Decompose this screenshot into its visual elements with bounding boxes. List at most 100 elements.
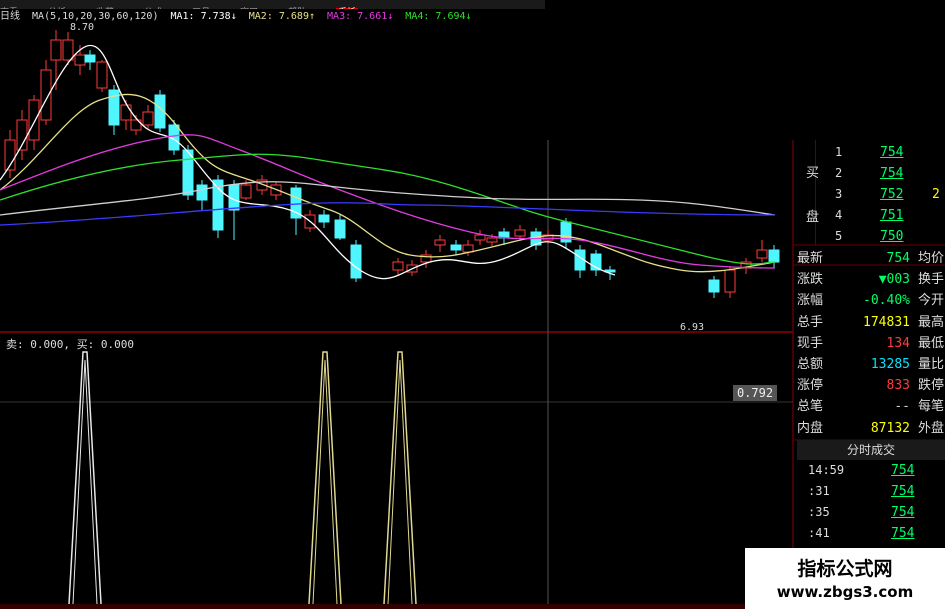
stat-value: 174831 bbox=[863, 314, 910, 330]
low-price-mark: 6.93 bbox=[680, 322, 705, 333]
ma4-value: MA4: 7.694↓ bbox=[405, 11, 472, 22]
stat-label-right: 每笔 bbox=[918, 399, 945, 415]
book-volume: 2 bbox=[932, 187, 940, 202]
candle bbox=[240, 184, 252, 199]
candle bbox=[350, 244, 362, 279]
signal-indicator-lines bbox=[68, 351, 417, 605]
stat-label-right: 换手 bbox=[918, 272, 945, 288]
book-level: 3 bbox=[835, 187, 843, 201]
book-price[interactable]: 754 bbox=[880, 142, 910, 163]
candle bbox=[120, 104, 132, 121]
candle bbox=[708, 279, 720, 293]
stat-label-right: 今开 bbox=[918, 293, 945, 309]
book-level: 4 bbox=[835, 208, 843, 222]
book-level: 2 bbox=[835, 166, 843, 180]
book-price[interactable]: 752 bbox=[880, 184, 910, 205]
stat-label: 总额 bbox=[797, 357, 824, 372]
candle bbox=[450, 244, 462, 251]
book-level: 5 bbox=[835, 229, 843, 243]
tick-time: :35 bbox=[808, 505, 830, 519]
candle bbox=[756, 249, 768, 259]
moving-average-lines bbox=[0, 44, 776, 280]
stat-label: 涨跌 bbox=[797, 272, 824, 288]
stat-value: 13285 bbox=[870, 357, 910, 372]
candle bbox=[434, 239, 446, 246]
stat-value: 754 bbox=[886, 251, 910, 266]
buy-side-label: 买 盘 bbox=[793, 140, 819, 245]
candle bbox=[142, 111, 154, 126]
ma120-line bbox=[0, 202, 776, 226]
candle bbox=[462, 244, 474, 253]
stat-label-right: 最低 bbox=[918, 335, 945, 351]
book-price[interactable]: 754 bbox=[880, 163, 910, 184]
tick-time: :31 bbox=[808, 484, 830, 498]
candle bbox=[28, 99, 40, 141]
candle bbox=[40, 69, 52, 121]
candle bbox=[392, 261, 404, 271]
signal-peak bbox=[383, 351, 417, 605]
ma30-line bbox=[0, 153, 776, 265]
candlesticks bbox=[4, 30, 780, 298]
stat-value: 833 bbox=[886, 378, 910, 394]
ma2-value: MA2: 7.689↑ bbox=[248, 11, 315, 22]
tick-time: :41 bbox=[808, 526, 830, 540]
signal-peak-inner bbox=[312, 359, 338, 605]
tick-time: 14:59 bbox=[808, 463, 845, 477]
stat-label: 现手 bbox=[797, 335, 824, 351]
stat-label: 总手 bbox=[797, 314, 824, 330]
high-price-mark: 8.70 bbox=[70, 22, 95, 33]
candle bbox=[50, 39, 62, 61]
signal-label: 卖: 0.000, 买: 0.000 bbox=[6, 338, 134, 351]
bottom-scroll-bar[interactable] bbox=[0, 604, 745, 609]
candle bbox=[318, 214, 330, 223]
candle bbox=[724, 269, 736, 293]
ma3-value: MA3: 7.661↓ bbox=[327, 11, 394, 22]
candle bbox=[514, 229, 526, 237]
stat-value: 134 bbox=[886, 335, 910, 351]
ma5-line bbox=[0, 44, 616, 280]
book-price[interactable]: 751 bbox=[880, 205, 910, 226]
candle bbox=[196, 184, 208, 201]
ma-params: MA(5,10,20,30,60,120) bbox=[32, 11, 159, 22]
candle bbox=[74, 54, 86, 66]
tick-price[interactable]: 754 bbox=[891, 481, 914, 502]
watermark: 指标公式网 www.zbgs3.com bbox=[745, 548, 945, 609]
ma60-line bbox=[0, 181, 776, 216]
tick-price[interactable]: 754 bbox=[891, 460, 914, 481]
stat-value: ▼003 bbox=[878, 272, 910, 288]
stat-value: -0.40% bbox=[863, 293, 910, 309]
watermark-title: 指标公式网 bbox=[797, 558, 893, 580]
tick-price[interactable]: 754 bbox=[891, 502, 914, 523]
signal-peak bbox=[68, 351, 102, 605]
candle bbox=[334, 219, 346, 239]
watermark-url: www.zbgs3.com bbox=[776, 583, 914, 601]
candle bbox=[486, 237, 498, 243]
candle bbox=[62, 39, 74, 61]
stat-label-right: 量比 bbox=[918, 357, 945, 372]
signal-peak bbox=[308, 351, 342, 605]
book-price[interactable]: 750 bbox=[880, 226, 910, 247]
stat-label: 内盘 bbox=[797, 420, 824, 436]
ma1-value: MA1: 7.738↓ bbox=[170, 11, 237, 22]
stat-value: -- bbox=[894, 399, 910, 415]
stat-label-right: 最高 bbox=[918, 314, 945, 330]
candle bbox=[96, 61, 108, 89]
stat-label: 涨幅 bbox=[797, 293, 824, 309]
signal-peak-inner bbox=[72, 359, 98, 605]
period-tab[interactable]: 日线 bbox=[0, 11, 20, 22]
ticks-header[interactable]: 分时成交 bbox=[797, 440, 945, 460]
stat-label-right: 外盘 bbox=[918, 420, 945, 436]
cursor-value-tag: 0.792 bbox=[733, 385, 777, 401]
stat-label: 最新 bbox=[797, 251, 824, 266]
stat-label-right: 均价 bbox=[918, 251, 945, 266]
stat-value: 87132 bbox=[870, 420, 910, 436]
signal-peak-inner bbox=[387, 359, 413, 605]
stat-label: 总笔 bbox=[797, 399, 824, 415]
tick-price[interactable]: 754 bbox=[891, 523, 914, 544]
candle bbox=[474, 234, 486, 241]
menu-bar: 查看分析收藏公式工具窗口帮助委托 bbox=[0, 0, 545, 9]
candle bbox=[84, 54, 96, 63]
candle bbox=[768, 249, 780, 263]
stat-label: 涨停 bbox=[797, 378, 824, 394]
stat-label-right: 跌停 bbox=[918, 378, 945, 394]
